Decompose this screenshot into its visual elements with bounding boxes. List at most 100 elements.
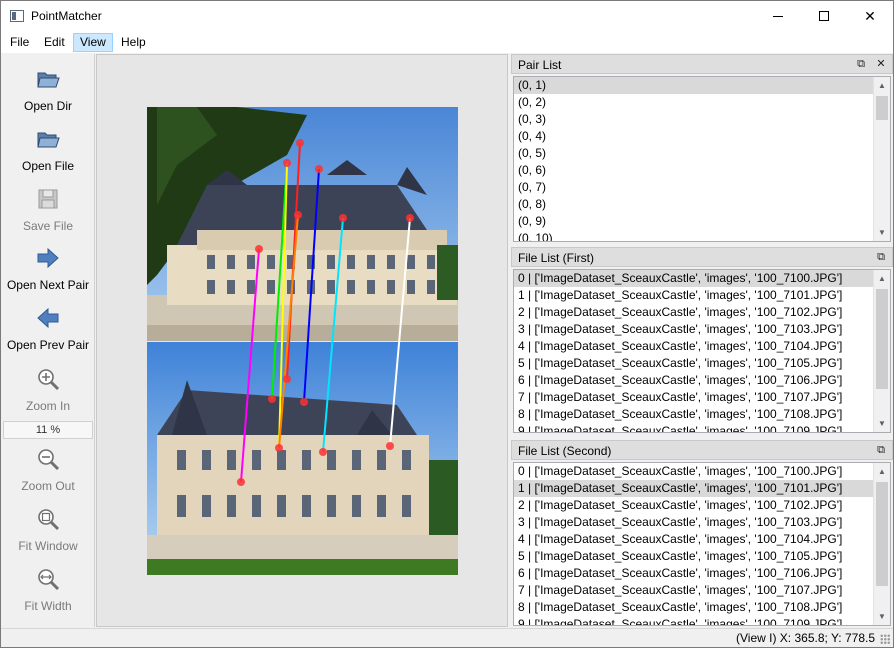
file-list-second[interactable]: 0 | ['ImageDataset_SceauxCastle', 'image…	[513, 462, 891, 626]
arrow-left-icon	[37, 307, 59, 329]
save-file-label: Save File	[22, 219, 74, 233]
list-item[interactable]: 6 | ['ImageDataset_SceauxCastle', 'image…	[514, 565, 874, 582]
fit-width-button[interactable]: Fit Width	[1, 559, 95, 617]
keypoint[interactable]	[296, 139, 304, 147]
minimize-icon	[773, 16, 783, 17]
dock-header: Pair List ⧉ ✕	[511, 54, 893, 74]
keypoint[interactable]	[283, 375, 291, 383]
menu-edit[interactable]: Edit	[38, 33, 71, 52]
list-item[interactable]: (0, 2)	[514, 94, 874, 111]
list-item[interactable]: (0, 6)	[514, 162, 874, 179]
open-file-label: Open File	[21, 159, 75, 173]
keypoint[interactable]	[315, 165, 323, 173]
status-text: (View I) X: 365.8; Y: 778.5	[736, 631, 875, 645]
list-item[interactable]: 7 | ['ImageDataset_SceauxCastle', 'image…	[514, 389, 874, 406]
keypoint[interactable]	[294, 211, 302, 219]
keypoint[interactable]	[339, 214, 347, 222]
list-item[interactable]: 2 | ['ImageDataset_SceauxCastle', 'image…	[514, 497, 874, 514]
image-canvas[interactable]	[96, 54, 508, 627]
keypoint[interactable]	[255, 245, 263, 253]
image-pair-view[interactable]	[97, 55, 507, 626]
keypoint[interactable]	[237, 478, 245, 486]
zoom-out-label: Zoom Out	[21, 479, 75, 493]
scroll-up-icon[interactable]: ▲	[874, 77, 890, 94]
list-item[interactable]: 1 | ['ImageDataset_SceauxCastle', 'image…	[514, 480, 874, 497]
list-item[interactable]: 3 | ['ImageDataset_SceauxCastle', 'image…	[514, 514, 874, 531]
list-item[interactable]: (0, 1)	[514, 77, 874, 94]
float-icon[interactable]: ⧉	[854, 57, 868, 71]
list-item[interactable]: (0, 8)	[514, 196, 874, 213]
open-dir-button[interactable]: Open Dir	[1, 59, 95, 117]
list-item[interactable]: 3 | ['ImageDataset_SceauxCastle', 'image…	[514, 321, 874, 338]
list-item[interactable]: 8 | ['ImageDataset_SceauxCastle', 'image…	[514, 406, 874, 423]
zoom-out-button[interactable]: Zoom Out	[1, 439, 95, 497]
vertical-scrollbar[interactable]: ▲ ▼	[873, 463, 890, 625]
menu-view[interactable]: View	[73, 33, 113, 52]
dock-header: File List (Second) ⧉	[511, 440, 893, 460]
list-item[interactable]: (0, 10)	[514, 230, 874, 241]
list-item[interactable]: 9 | ['ImageDataset_SceauxCastle', 'image…	[514, 423, 874, 432]
list-item[interactable]: 2 | ['ImageDataset_SceauxCastle', 'image…	[514, 304, 874, 321]
open-file-button[interactable]: Open File	[1, 119, 95, 177]
list-item[interactable]: 9 | ['ImageDataset_SceauxCastle', 'image…	[514, 616, 874, 625]
second-image	[147, 342, 458, 575]
keypoint[interactable]	[283, 159, 291, 167]
menu-file[interactable]: File	[4, 33, 35, 52]
scroll-down-icon[interactable]: ▼	[874, 608, 890, 625]
menu-help[interactable]: Help	[115, 33, 152, 52]
scroll-down-icon[interactable]: ▼	[874, 224, 890, 241]
keypoint[interactable]	[319, 448, 327, 456]
fit-window-button[interactable]: Fit Window	[1, 499, 95, 557]
pair-list[interactable]: (0, 1) (0, 2) (0, 3) (0, 4) (0, 5) (0, 6) (0, …	[513, 76, 891, 242]
keypoint[interactable]	[268, 395, 276, 403]
maximize-button[interactable]	[801, 1, 847, 31]
scroll-down-icon[interactable]: ▼	[874, 415, 890, 432]
maximize-icon	[819, 11, 829, 21]
float-icon[interactable]: ⧉	[874, 250, 888, 264]
scroll-up-icon[interactable]: ▲	[874, 270, 890, 287]
open-prev-pair-label: Open Prev Pair	[6, 338, 90, 352]
list-item[interactable]: 5 | ['ImageDataset_SceauxCastle', 'image…	[514, 548, 874, 565]
zoom-out-icon	[38, 449, 60, 471]
vertical-scrollbar[interactable]: ▲ ▼	[873, 270, 890, 432]
list-item[interactable]: (0, 5)	[514, 145, 874, 162]
list-item[interactable]: 0 | ['ImageDataset_SceauxCastle', 'image…	[514, 270, 874, 287]
keypoint[interactable]	[275, 444, 283, 452]
folder-open-icon	[37, 132, 60, 148]
float-icon[interactable]: ⧉	[874, 443, 888, 457]
list-item[interactable]: 5 | ['ImageDataset_SceauxCastle', 'image…	[514, 355, 874, 372]
list-item[interactable]: 7 | ['ImageDataset_SceauxCastle', 'image…	[514, 582, 874, 599]
list-item[interactable]: (0, 3)	[514, 111, 874, 128]
resize-grip-icon[interactable]	[880, 634, 890, 644]
list-item[interactable]: 6 | ['ImageDataset_SceauxCastle', 'image…	[514, 372, 874, 389]
list-item[interactable]: (0, 7)	[514, 179, 874, 196]
vertical-scrollbar[interactable]: ▲ ▼	[873, 77, 890, 241]
list-item[interactable]: (0, 4)	[514, 128, 874, 145]
list-item[interactable]: 1 | ['ImageDataset_SceauxCastle', 'image…	[514, 287, 874, 304]
list-item[interactable]: 8 | ['ImageDataset_SceauxCastle', 'image…	[514, 599, 874, 616]
left-toolbar: Open Dir Open File Save File Open Next P…	[1, 54, 95, 627]
list-item[interactable]: (0, 9)	[514, 213, 874, 230]
open-next-pair-button[interactable]: Open Next Pair	[1, 238, 95, 296]
open-next-pair-label: Open Next Pair	[6, 278, 90, 292]
zoom-level-field[interactable]: 11 %	[3, 421, 93, 439]
minimize-button[interactable]	[755, 1, 801, 31]
list-item[interactable]: 0 | ['ImageDataset_SceauxCastle', 'image…	[514, 463, 874, 480]
scroll-thumb[interactable]	[876, 96, 888, 120]
folder-icon	[37, 72, 60, 88]
keypoint[interactable]	[386, 442, 394, 450]
scroll-up-icon[interactable]: ▲	[874, 463, 890, 480]
list-item[interactable]: 4 | ['ImageDataset_SceauxCastle', 'image…	[514, 338, 874, 355]
zoom-in-button[interactable]: Zoom In	[1, 359, 95, 417]
scroll-thumb[interactable]	[876, 289, 888, 389]
keypoint[interactable]	[300, 398, 308, 406]
title-bar: PointMatcher ✕	[1, 1, 893, 32]
close-button[interactable]: ✕	[847, 1, 893, 31]
file-list-first[interactable]: 0 | ['ImageDataset_SceauxCastle', 'image…	[513, 269, 891, 433]
close-icon[interactable]: ✕	[874, 57, 888, 71]
scroll-thumb[interactable]	[876, 482, 888, 586]
open-prev-pair-button[interactable]: Open Prev Pair	[1, 298, 95, 356]
list-item[interactable]: 4 | ['ImageDataset_SceauxCastle', 'image…	[514, 531, 874, 548]
keypoint[interactable]	[406, 214, 414, 222]
save-file-button[interactable]: Save File	[1, 179, 95, 237]
